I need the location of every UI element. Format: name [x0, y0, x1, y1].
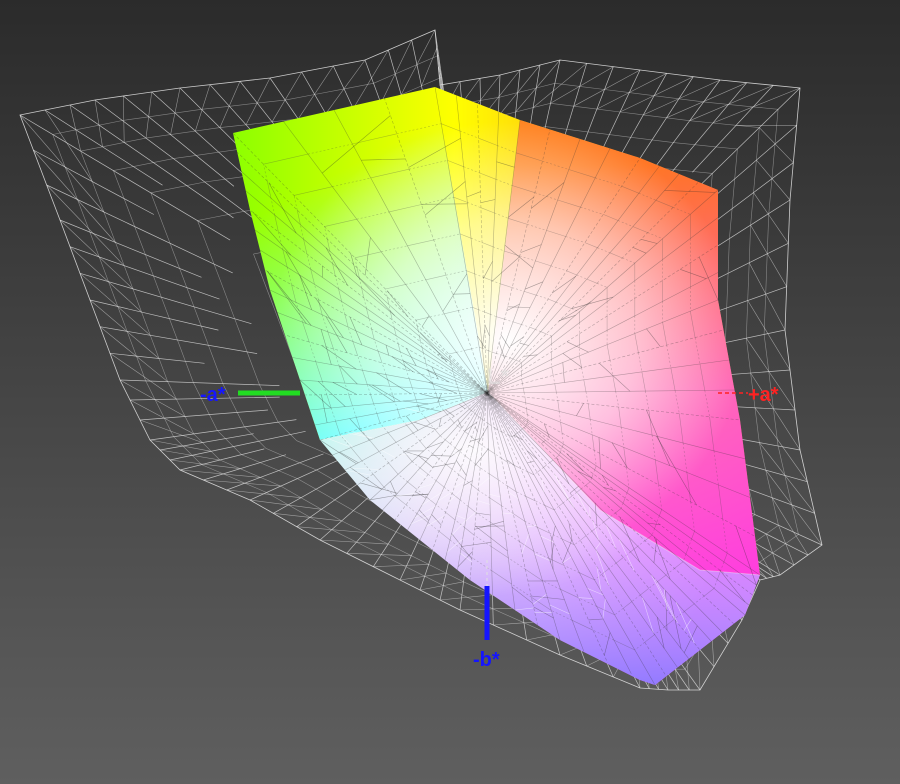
neg-a-axis-label: -a* — [200, 384, 226, 406]
neg-b-axis-label: -b* — [473, 649, 500, 671]
pos-a-axis-label: +a* — [748, 384, 779, 406]
gamut-3d-view: -a* +a* -b* L* — [0, 0, 900, 784]
L-axis-label: L* — [487, 364, 509, 389]
